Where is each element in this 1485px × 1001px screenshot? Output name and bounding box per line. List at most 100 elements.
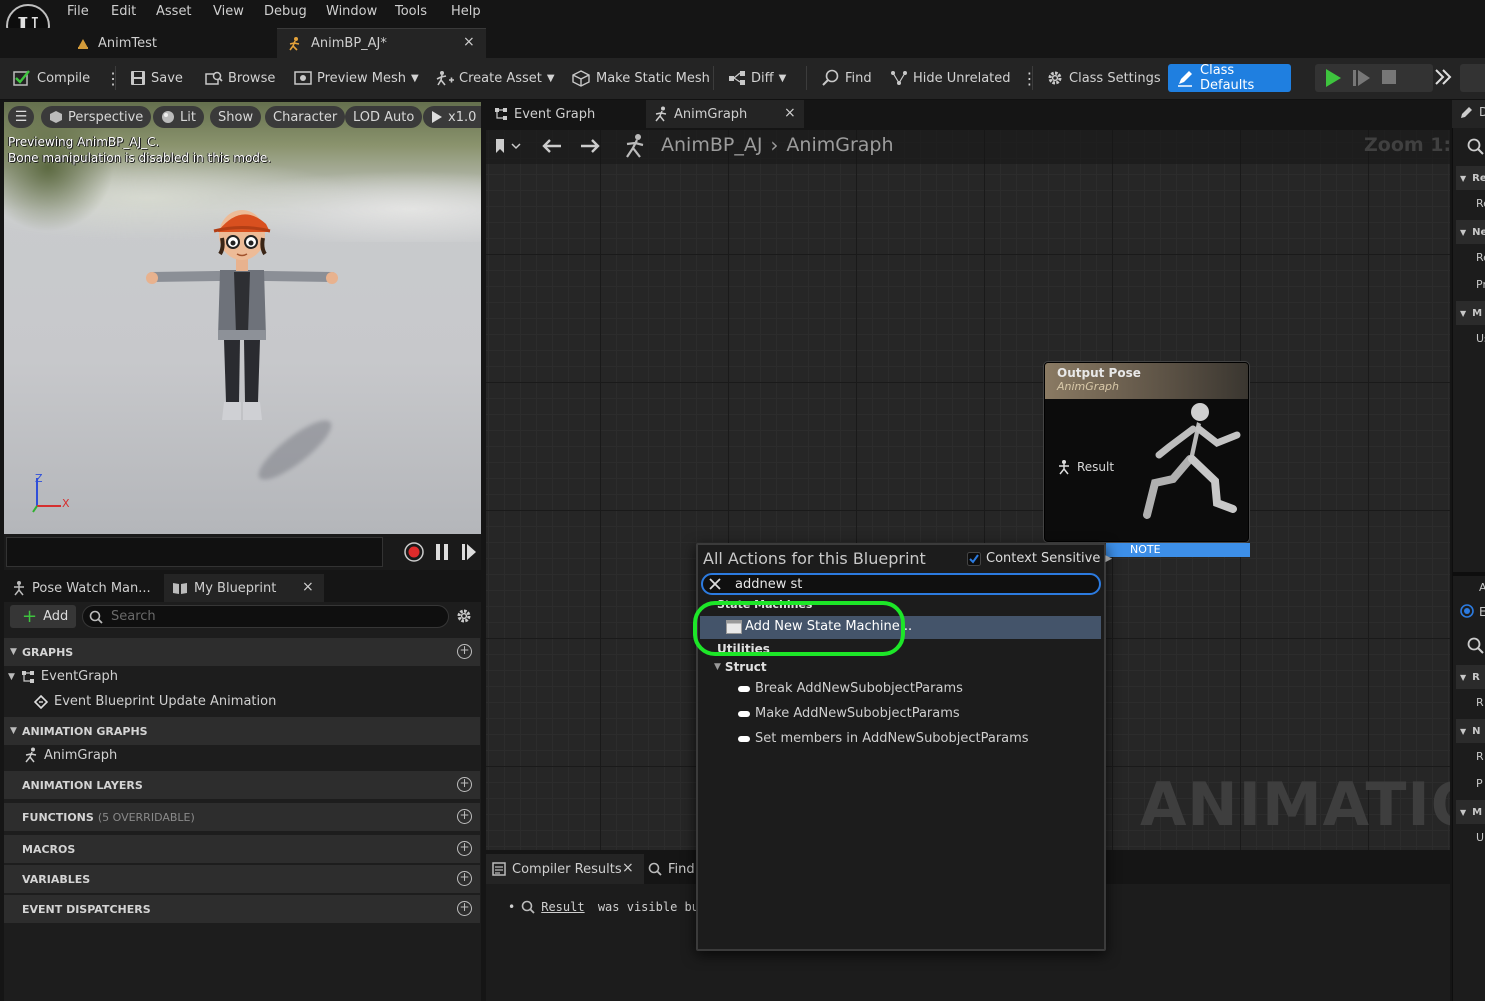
action-add-new-state-machine[interactable]: Add New State Machine... xyxy=(726,619,912,634)
section-variables[interactable]: VARIABLES + xyxy=(4,865,480,893)
perspective-button[interactable]: Perspective xyxy=(41,106,152,128)
show-button[interactable]: Show xyxy=(210,106,262,128)
context-sensitive-toggle[interactable]: Context Sensitive ▶ xyxy=(967,551,1112,566)
toolbar-overflow-icon[interactable] xyxy=(1434,67,1452,87)
breadcrumb-root[interactable]: AnimBP_AJ xyxy=(661,134,762,156)
add-macro-icon[interactable]: + xyxy=(457,841,472,856)
tab-find-results[interactable]: Find xyxy=(648,854,695,884)
category-state-machines[interactable]: State Machines xyxy=(717,598,812,611)
close-tab-icon[interactable]: × xyxy=(463,34,475,50)
tab-animgraph[interactable]: AnimGraph × xyxy=(646,100,804,128)
note-bar[interactable]: NOTE xyxy=(1106,543,1250,557)
menu-help[interactable]: Help xyxy=(451,4,481,19)
viewport-menu-icon[interactable]: ☰ xyxy=(8,106,34,128)
menu-view[interactable]: View xyxy=(213,4,244,19)
browse-button[interactable]: Browse xyxy=(205,66,275,90)
menu-file[interactable]: File xyxy=(67,4,89,19)
result-pin[interactable]: Result xyxy=(1057,459,1114,475)
find-button[interactable]: Find xyxy=(822,66,872,90)
search-icon[interactable] xyxy=(1466,636,1484,654)
output-pose-node[interactable]: Output Pose AnimGraph Result xyxy=(1044,362,1249,542)
close-tab-icon[interactable]: × xyxy=(622,860,634,876)
lod-button[interactable]: LOD Auto xyxy=(345,106,423,128)
tab-pose-watch[interactable]: Pose Watch Man... xyxy=(4,574,164,602)
class-defaults-button[interactable]: Class Defaults xyxy=(1168,63,1291,93)
clear-search-icon[interactable] xyxy=(709,578,721,590)
lit-button[interactable]: Lit xyxy=(153,106,204,128)
add-graph-icon[interactable]: + xyxy=(457,644,472,659)
forward-arrow-icon[interactable] xyxy=(579,137,601,155)
tab-my-blueprint[interactable]: My Blueprint × xyxy=(164,574,324,602)
details-category[interactable]: ▼ R xyxy=(1456,665,1485,689)
diff-button[interactable]: Diff ▼ xyxy=(728,66,786,90)
search-input[interactable]: Search xyxy=(82,605,449,628)
category-struct[interactable]: ▼ Struct xyxy=(714,660,767,674)
gear-icon[interactable] xyxy=(455,607,473,625)
close-tab-icon[interactable]: × xyxy=(302,579,314,595)
add-dispatcher-icon[interactable]: + xyxy=(457,901,472,916)
playback-speed-button[interactable]: x1.0 xyxy=(423,106,481,128)
compile-button[interactable]: Compile ⋮ xyxy=(12,66,121,90)
preview-viewport[interactable]: Z X xyxy=(4,102,481,534)
perspective-cube-icon xyxy=(49,110,63,124)
menu-edit[interactable]: Edit xyxy=(111,4,136,19)
menu-asset[interactable]: Asset xyxy=(156,4,192,19)
add-function-icon[interactable]: + xyxy=(457,809,472,824)
menu-debug[interactable]: Debug xyxy=(264,4,307,19)
toolbar-extra-button[interactable] xyxy=(1460,64,1485,92)
step-forward-icon[interactable] xyxy=(461,543,477,561)
result-link[interactable]: Result xyxy=(541,900,584,914)
category-utilities[interactable]: Utilities xyxy=(717,642,770,656)
radio-icon[interactable] xyxy=(1460,604,1474,618)
section-animation-layers[interactable]: ANIMATION LAYERS + xyxy=(4,771,480,799)
section-animation-graphs[interactable]: ▼ ANIMATION GRAPHS xyxy=(4,717,480,745)
make-static-mesh-button[interactable]: Make Static Mesh xyxy=(571,66,710,90)
panel-splitter[interactable] xyxy=(1452,572,1485,576)
tab-compiler-results[interactable]: Compiler Results × xyxy=(486,854,644,884)
add-variable-icon[interactable]: + xyxy=(457,871,472,886)
section-functions[interactable]: FUNCTIONS (5 OVERRIDABLE) + xyxy=(4,803,480,831)
details-category[interactable]: ▼ M xyxy=(1456,800,1485,824)
bullet-icon: • xyxy=(508,900,516,914)
action-set-members[interactable]: Set members in AddNewSubobjectParams xyxy=(738,731,1029,746)
hide-unrelated-button[interactable]: Hide Unrelated ⋮ xyxy=(890,66,1038,90)
hide-unrelated-options-icon[interactable]: ⋮ xyxy=(1022,69,1038,88)
back-arrow-icon[interactable] xyxy=(541,137,563,155)
menu-window[interactable]: Window xyxy=(326,4,377,19)
tab-event-graph[interactable]: Event Graph xyxy=(486,100,644,128)
details-category[interactable]: ▼ Ne xyxy=(1456,220,1485,244)
preview-mesh-button[interactable]: Preview Mesh ▼ xyxy=(294,66,419,90)
bookmark-icon[interactable] xyxy=(494,138,522,154)
breadcrumb-leaf[interactable]: AnimGraph xyxy=(786,134,893,156)
action-search-input[interactable]: addnew st xyxy=(701,573,1101,595)
menu-tools[interactable]: Tools xyxy=(395,4,427,19)
tree-item-event-update[interactable]: Event Blueprint Update Animation xyxy=(34,694,276,709)
tab-animbp[interactable]: AnimBP_AJ* × xyxy=(277,28,486,58)
compile-options-icon[interactable]: ⋮ xyxy=(105,69,121,88)
action-break-struct[interactable]: Break AddNewSubobjectParams xyxy=(738,681,963,696)
close-tab-icon[interactable]: × xyxy=(784,105,796,121)
step-forward-icon[interactable] xyxy=(1352,69,1372,87)
pause-icon[interactable] xyxy=(435,543,449,561)
tree-item-animgraph[interactable]: AnimGraph xyxy=(24,747,117,763)
search-icon[interactable] xyxy=(1466,137,1484,155)
stop-icon[interactable] xyxy=(1381,69,1397,85)
play-icon[interactable] xyxy=(1324,68,1342,88)
tree-item-eventgraph[interactable]: ▼ EventGraph xyxy=(8,669,118,684)
details-category[interactable]: ▼ Re xyxy=(1456,166,1485,190)
add-layer-icon[interactable]: + xyxy=(457,777,472,792)
tab-animtest[interactable]: AnimTest xyxy=(66,28,276,58)
details-category[interactable]: ▼ M xyxy=(1456,301,1485,325)
section-graphs[interactable]: ▼ GRAPHS + xyxy=(4,638,480,666)
save-button[interactable]: Save xyxy=(130,66,183,90)
action-make-struct[interactable]: Make AddNewSubobjectParams xyxy=(738,706,960,721)
section-macros[interactable]: MACROS + xyxy=(4,835,480,863)
timeline-scrubber[interactable] xyxy=(6,537,383,567)
section-event-dispatchers[interactable]: EVENT DISPATCHERS + xyxy=(4,895,480,923)
record-icon[interactable] xyxy=(403,541,425,563)
details-category[interactable]: ▼ N xyxy=(1456,719,1485,743)
class-settings-button[interactable]: Class Settings xyxy=(1046,66,1161,90)
add-button[interactable]: + Add xyxy=(10,605,76,628)
character-button[interactable]: Character xyxy=(265,106,346,128)
create-asset-button[interactable]: Create Asset ▼ xyxy=(436,66,555,90)
